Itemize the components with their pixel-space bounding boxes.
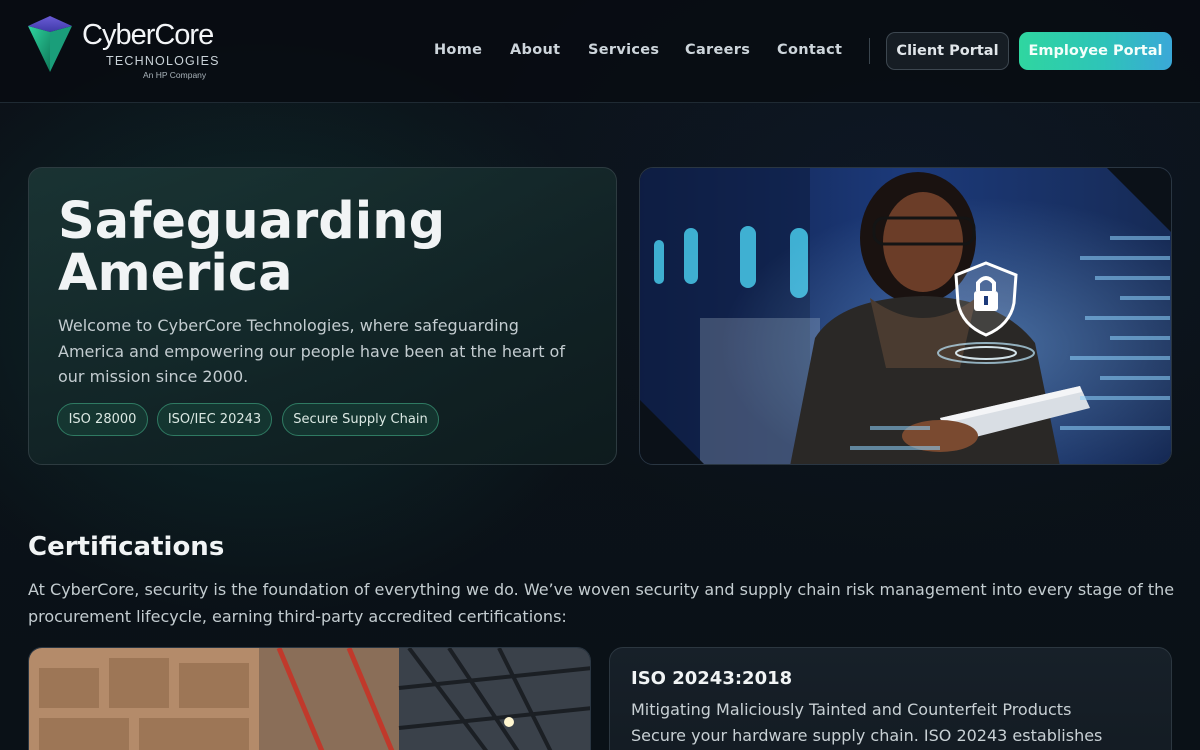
hero-title: Safeguarding America (58, 192, 446, 303)
nav-services[interactable]: Services (588, 42, 659, 58)
iso-card-title: ISO 20243:2018 (631, 668, 793, 689)
main-nav: Home About Services Careers Contact Clie… (0, 0, 1200, 103)
warehouse-image (28, 647, 591, 750)
badge-iso-iec-20243: ISO/IEC 20243 (157, 403, 272, 436)
iso-card-subtitle: Mitigating Maliciously Tainted and Count… (631, 700, 1072, 719)
nav-contact[interactable]: Contact (777, 42, 842, 58)
hero-text: Welcome to CyberCore Technologies, where… (58, 316, 565, 386)
security-professional-illustration (640, 168, 1171, 464)
certifications-title: Certifications (28, 532, 225, 562)
nav-careers[interactable]: Careers (685, 42, 750, 58)
nav-home[interactable]: Home (434, 42, 482, 58)
client-portal-button[interactable]: Client Portal (886, 32, 1009, 70)
warehouse-illustration (29, 648, 590, 750)
hero-image (639, 167, 1172, 465)
site-header: CyberCore TECHNOLOGIES An HP Company Hom… (0, 0, 1200, 103)
employee-portal-button[interactable]: Employee Portal (1019, 32, 1172, 70)
iso-20243-card[interactable]: ISO 20243:2018 Mitigating Maliciously Ta… (609, 647, 1172, 750)
nav-divider (869, 38, 870, 64)
badge-iso-28000: ISO 28000 (57, 403, 148, 436)
nav-about[interactable]: About (510, 42, 560, 58)
badge-secure-supply-chain: Secure Supply Chain (282, 403, 439, 436)
certifications-text: At CyberCore, security is the foundation… (28, 580, 1175, 626)
hero-card: Safeguarding America Welcome to CyberCor… (28, 167, 617, 465)
iso-card-description: Secure your hardware supply chain. ISO 2… (631, 726, 1103, 745)
